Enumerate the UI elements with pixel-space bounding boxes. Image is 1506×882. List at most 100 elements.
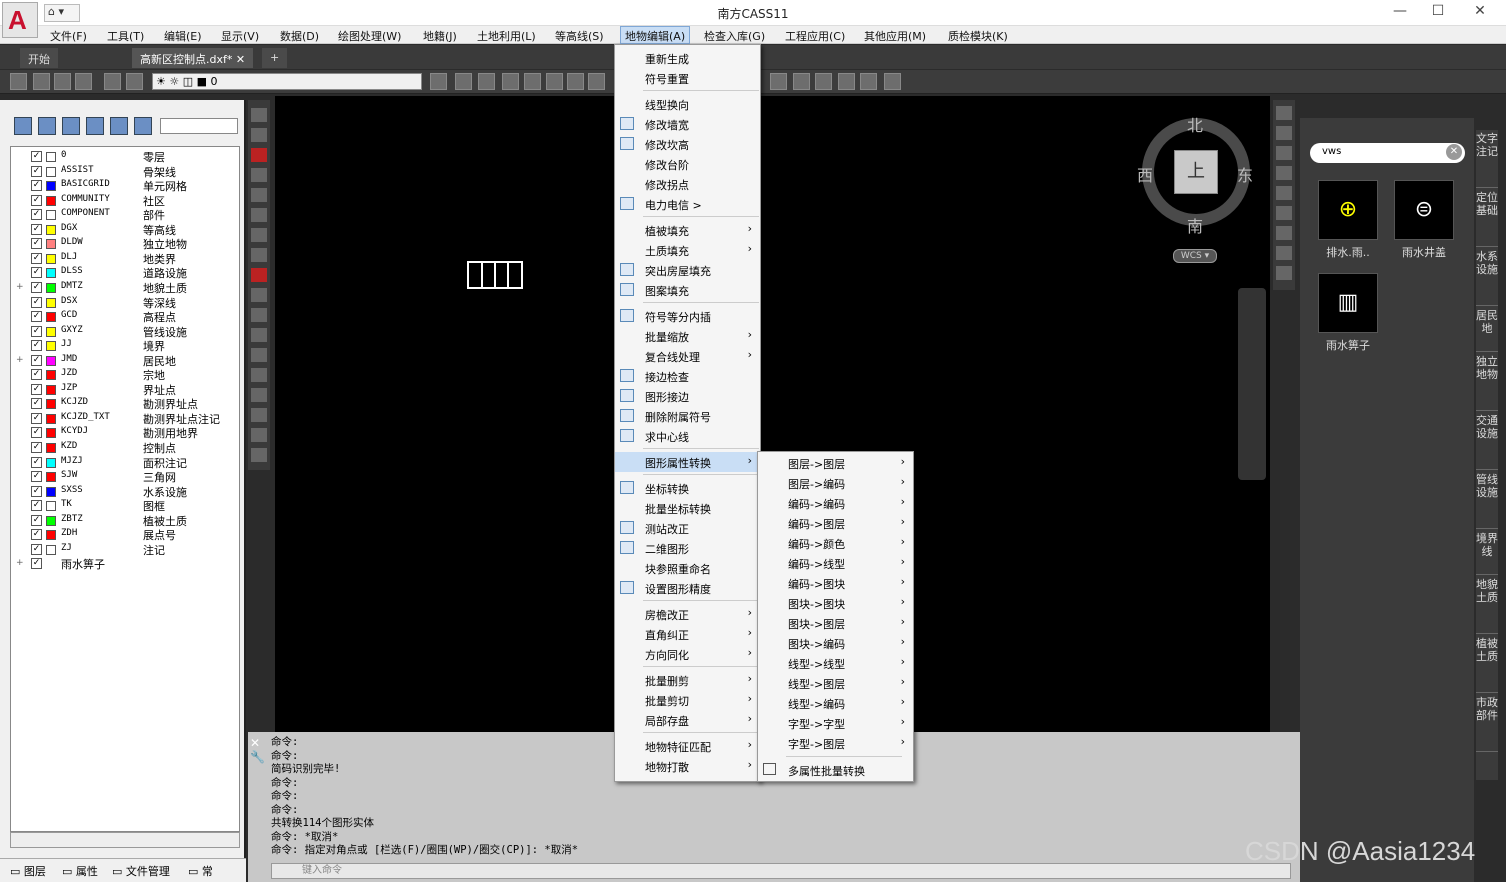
layer-search-input[interactable]: [160, 118, 238, 134]
layer-color-swatch[interactable]: [46, 297, 56, 308]
layer-row[interactable]: ✓ JZD 宗地: [11, 368, 239, 383]
layer-color-swatch[interactable]: [46, 253, 56, 264]
menu-0[interactable]: 文件(F): [50, 28, 87, 44]
menu-10[interactable]: 检查入库(G): [704, 28, 765, 44]
layer-color-swatch[interactable]: [46, 312, 56, 323]
layer-row[interactable]: ✓ BASICGRID 单元网格: [11, 179, 239, 194]
menu-item[interactable]: 修改墙宽: [615, 114, 760, 134]
layer-visible-checkbox[interactable]: ✓: [31, 558, 42, 570]
menu-item[interactable]: 符号重置: [615, 68, 760, 88]
layer-row[interactable]: ✓ DLSS 道路设施: [11, 266, 239, 281]
layer-color-swatch[interactable]: [46, 282, 56, 293]
submenu-item[interactable]: 编码->颜色 ›: [758, 533, 913, 553]
menu-item[interactable]: 删除附属符号: [615, 406, 760, 426]
menu-item[interactable]: 设置图形精度: [615, 578, 760, 598]
right-tool-2[interactable]: [1276, 146, 1292, 160]
menu-item[interactable]: 复合线处理 ›: [615, 346, 760, 366]
draw-tool-4[interactable]: [251, 188, 267, 202]
menu-item[interactable]: 地物特征匹配 ›: [615, 736, 760, 756]
layer-row[interactable]: ✓ DLJ 地类界: [11, 252, 239, 267]
layer-tool-1[interactable]: [38, 117, 56, 135]
command-input[interactable]: 键入命令: [271, 863, 1291, 879]
menu-item[interactable]: 图形接边: [615, 386, 760, 406]
draw-tool-16[interactable]: [251, 428, 267, 442]
layer-color-swatch[interactable]: [46, 224, 56, 235]
submenu-item[interactable]: 线型->编码 ›: [758, 693, 913, 713]
layer-row[interactable]: ✓ KCYDJ 勘测用地界: [11, 426, 239, 441]
menu-item[interactable]: 批量剪切 ›: [615, 690, 760, 710]
menu-4[interactable]: 数据(D): [280, 28, 319, 44]
palette-tab[interactable]: 境界线: [1476, 530, 1498, 575]
menu-item[interactable]: 图形属性转换 ›: [615, 452, 760, 472]
submenu-item[interactable]: 线型->线型 ›: [758, 653, 913, 673]
menu-1[interactable]: 工具(T): [107, 28, 144, 44]
layer-visible-checkbox[interactable]: ✓: [31, 165, 42, 177]
draw-tool-12[interactable]: [251, 348, 267, 362]
layer-color-swatch[interactable]: [46, 501, 56, 512]
layer-row[interactable]: ✓ JZP 界址点: [11, 383, 239, 398]
compass-south[interactable]: 南: [1187, 213, 1203, 237]
layer-tool-0[interactable]: [14, 117, 32, 135]
toolbar-button-14[interactable]: [770, 73, 787, 90]
submenu-item[interactable]: 图层->编码 ›: [758, 473, 913, 493]
toolbar-button-6[interactable]: [430, 73, 447, 90]
toolbar-button-0[interactable]: [10, 73, 27, 90]
left-tab-2[interactable]: ▭ 文件管理: [112, 863, 170, 879]
command-window-controls[interactable]: ✕ 🔧: [250, 736, 268, 796]
layer-color-swatch[interactable]: [46, 152, 56, 162]
palette-tab[interactable]: 独立地物: [1476, 353, 1498, 411]
wcs-dropdown[interactable]: WCS ▾: [1173, 249, 1217, 263]
left-tab-1[interactable]: ▭ 属性: [62, 863, 98, 879]
menu-item[interactable]: 直角纠正 ›: [615, 624, 760, 644]
layer-row[interactable]: ✓ ZDH 展点号: [11, 528, 239, 543]
menu-item[interactable]: 植被填充 ›: [615, 220, 760, 240]
right-tool-5[interactable]: [1276, 206, 1292, 220]
draw-tool-3[interactable]: [251, 168, 267, 182]
right-tool-6[interactable]: [1276, 226, 1292, 240]
clear-search-icon[interactable]: ✕: [1446, 144, 1462, 160]
layer-row[interactable]: ✓ KZD 控制点: [11, 441, 239, 456]
toolbar-button-16[interactable]: [815, 73, 832, 90]
menu-2[interactable]: 编辑(E): [164, 28, 202, 44]
layer-color-swatch[interactable]: [46, 457, 56, 468]
draw-tool-17[interactable]: [251, 448, 267, 462]
menu-item[interactable]: 地物打散 ›: [615, 756, 760, 776]
layer-color-swatch[interactable]: [46, 515, 56, 526]
layer-visible-checkbox[interactable]: ✓: [31, 340, 42, 352]
submenu-item[interactable]: 编码->线型 ›: [758, 553, 913, 573]
menu-9[interactable]: 地物编辑(A): [620, 26, 691, 44]
draw-tool-8[interactable]: [251, 268, 267, 282]
layer-visible-checkbox[interactable]: ✓: [31, 383, 42, 395]
close-icon[interactable]: ✕: [236, 53, 245, 66]
layer-row[interactable]: ✓ MJZJ 面积注记: [11, 456, 239, 471]
toolbar-button-13[interactable]: [588, 73, 605, 90]
draw-tool-7[interactable]: [251, 248, 267, 262]
layer-color-swatch[interactable]: [46, 472, 56, 483]
layer-row[interactable]: ✓ ASSIST 骨架线: [11, 165, 239, 180]
submenu-item[interactable]: 字型->图层 ›: [758, 733, 913, 753]
menu-item[interactable]: 图案填充: [615, 280, 760, 300]
viewcube-top-face[interactable]: 上: [1174, 150, 1218, 194]
right-tool-4[interactable]: [1276, 186, 1292, 200]
layer-color-swatch[interactable]: [46, 268, 56, 279]
draw-tool-13[interactable]: [251, 368, 267, 382]
layer-color-swatch[interactable]: [46, 486, 56, 497]
submenu-item[interactable]: 图块->图层 ›: [758, 613, 913, 633]
toolbar-button-3[interactable]: [75, 73, 92, 90]
layer-visible-checkbox[interactable]: ✓: [31, 325, 42, 337]
right-tool-3[interactable]: [1276, 166, 1292, 180]
menu-8[interactable]: 等高线(S): [555, 28, 604, 44]
symbol-tile[interactable]: ⊕: [1318, 180, 1378, 240]
layer-color-swatch[interactable]: [46, 370, 56, 381]
toolbar-button-10[interactable]: [524, 73, 541, 90]
menu-item[interactable]: 局部存盘 ›: [615, 710, 760, 730]
layer-visible-checkbox[interactable]: ✓: [31, 471, 42, 483]
app-menu-button[interactable]: A: [2, 2, 38, 38]
right-tool-1[interactable]: [1276, 126, 1292, 140]
layer-row[interactable]: ✓ JJ 境界: [11, 339, 239, 354]
layer-tool-3[interactable]: [86, 117, 104, 135]
layer-color-swatch[interactable]: [46, 210, 56, 221]
layer-color-swatch[interactable]: [46, 341, 56, 352]
symbol-tile[interactable]: ⊜: [1394, 180, 1454, 240]
layer-visible-checkbox[interactable]: ✓: [31, 529, 42, 541]
